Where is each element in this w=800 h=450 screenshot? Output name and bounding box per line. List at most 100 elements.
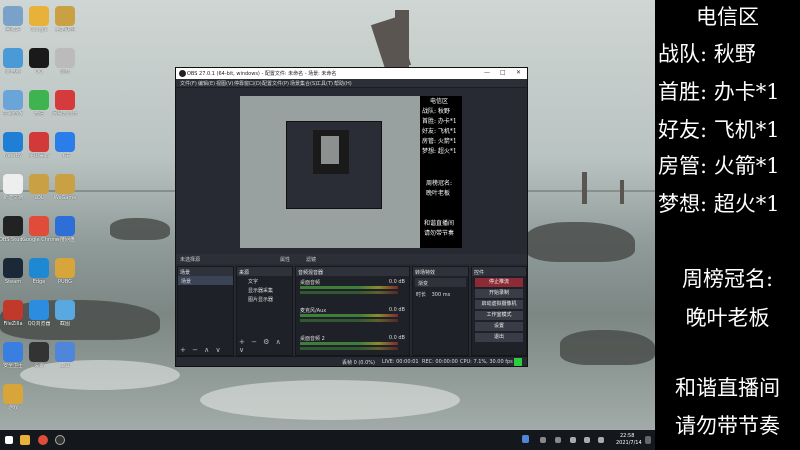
menu-tools[interactable]: 工具(T) bbox=[316, 80, 333, 87]
nested-preview-light bbox=[321, 136, 339, 164]
app-icon bbox=[3, 48, 23, 68]
app-icon bbox=[29, 132, 49, 152]
pv-line: 首胜: 办卡*1 bbox=[422, 118, 457, 125]
desktop-icon[interactable]: 网易云音乐 bbox=[48, 90, 82, 117]
info-line: 好友: 飞机*1 bbox=[658, 118, 780, 142]
chrome-icon[interactable] bbox=[38, 435, 48, 445]
desktop-icon-label: 百度网盘 bbox=[54, 237, 75, 243]
desktop-icon[interactable]: 游戏 bbox=[0, 384, 30, 411]
menu-view[interactable]: 视图(V) bbox=[216, 80, 233, 87]
desktop-icon-label: 英雄联盟 bbox=[54, 27, 75, 33]
desktop-icon[interactable]: WeGame bbox=[48, 174, 82, 201]
file-explorer-icon[interactable] bbox=[20, 435, 30, 445]
filters-button[interactable]: 滤镜 bbox=[306, 256, 316, 263]
desktop-icon[interactable]: 截图 bbox=[48, 300, 82, 327]
tray-icon[interactable] bbox=[540, 437, 546, 443]
shield-icon[interactable] bbox=[522, 435, 529, 443]
ime-icon[interactable] bbox=[598, 437, 604, 443]
menu-scene-collection[interactable]: 场景集合(S) bbox=[290, 80, 317, 87]
volume-slider[interactable] bbox=[300, 347, 398, 350]
sources-controls[interactable]: + − ⚙ ∧ ∨ bbox=[239, 338, 292, 354]
app-icon bbox=[3, 384, 23, 404]
minimize-button[interactable]: — bbox=[484, 69, 490, 76]
rock bbox=[525, 222, 635, 262]
desktop-icon[interactable]: 工具 bbox=[48, 342, 82, 369]
desktop-icon[interactable]: 英雄联盟 bbox=[48, 6, 82, 33]
source-item-image[interactable]: 图片显示器 bbox=[237, 294, 292, 303]
desktop-icon-label: PUBG bbox=[58, 279, 72, 285]
stop-streaming-button[interactable]: 停止推流 bbox=[475, 278, 523, 287]
settings-button[interactable]: 设置 bbox=[475, 322, 523, 331]
dropped-frames: 丢帧 0 (0.0%) bbox=[342, 360, 375, 366]
info-line: 战队: 秋野 bbox=[658, 42, 756, 66]
obs-preview[interactable]: 电信区 战队: 秋野 首胜: 办卡*1 好友: 飞机*1 房管: 火箭*1 梦想… bbox=[240, 96, 462, 248]
scene-item[interactable]: 场景 bbox=[178, 276, 233, 285]
desktop-icon[interactable]: PUBG bbox=[48, 258, 82, 285]
source-item-display[interactable]: 显示器采集 bbox=[237, 285, 292, 294]
app-icon bbox=[55, 174, 75, 194]
app-icon bbox=[3, 216, 23, 236]
maximize-button[interactable]: □ bbox=[500, 69, 506, 76]
menu-profile[interactable]: 配置文件(P) bbox=[262, 80, 289, 87]
obs-window[interactable]: OBS 27.0.1 (64-bit, windows) - 配置文件: 未命名… bbox=[175, 67, 528, 367]
start-button-icon[interactable] bbox=[5, 436, 13, 444]
source-item-text[interactable]: 文字 bbox=[237, 276, 292, 285]
live-timer: LIVE: 00:00:01 bbox=[382, 359, 419, 365]
tray-icon[interactable] bbox=[555, 437, 561, 443]
taskbar-date[interactable]: 2021/7/14 bbox=[616, 440, 642, 446]
menu-file[interactable]: 文件(F) bbox=[180, 80, 197, 87]
stream-health-indicator bbox=[514, 358, 522, 366]
app-icon bbox=[55, 342, 75, 362]
mixer-header: 音频混音器 bbox=[296, 267, 409, 276]
transitions-header: 转场特效 bbox=[413, 267, 468, 276]
volume-slider[interactable] bbox=[300, 291, 398, 294]
network-icon[interactable] bbox=[570, 437, 576, 443]
app-icon bbox=[29, 90, 49, 110]
notice-line: 和谐直播间 bbox=[675, 376, 780, 400]
wave bbox=[200, 380, 460, 420]
app-icon bbox=[29, 258, 49, 278]
pv-line: 房管: 火箭*1 bbox=[422, 138, 457, 145]
desktop-icon[interactable]: 百度网盘 bbox=[48, 216, 82, 243]
obs-titlebar[interactable]: OBS 27.0.1 (64-bit, windows) - 配置文件: 未命名… bbox=[176, 68, 527, 79]
app-icon bbox=[3, 6, 23, 26]
app-icon bbox=[29, 6, 49, 26]
region-title: 电信区 bbox=[696, 5, 759, 29]
volume-icon[interactable] bbox=[584, 437, 590, 443]
app-icon bbox=[55, 6, 75, 26]
rock bbox=[560, 330, 655, 365]
app-icon bbox=[29, 174, 49, 194]
exit-button[interactable]: 退出 bbox=[475, 333, 523, 342]
transition-select[interactable]: 渐变 bbox=[415, 278, 466, 287]
obs-menubar: 文件(F) 编辑(E) 视图(V) 停靠窗口(D) 配置文件(P) 场景集合(S… bbox=[176, 79, 527, 88]
close-button[interactable]: ✕ bbox=[516, 69, 521, 76]
notification-icon[interactable] bbox=[645, 436, 651, 444]
rec-timer: REC: 00:00:00 bbox=[422, 359, 458, 365]
no-source-label: 未选择源 bbox=[180, 257, 201, 263]
controls-header: 控件 bbox=[472, 267, 526, 276]
pv-line: 梦想: 超火*1 bbox=[422, 148, 457, 155]
taskbar: 22:58 2021/7/14 bbox=[0, 430, 655, 450]
duration-input[interactable]: 300 ms bbox=[432, 292, 451, 298]
desktop-icon[interactable]: 鼠标 bbox=[48, 48, 82, 75]
notice-line: 请勿带节奏 bbox=[675, 414, 780, 438]
virtual-camera-button[interactable]: 启动虚拟摄像机 bbox=[475, 300, 523, 309]
duration-label: 时长 bbox=[416, 292, 427, 298]
obs-taskbar-icon[interactable] bbox=[55, 435, 65, 445]
properties-button[interactable]: 属性 bbox=[280, 256, 290, 263]
info-line: 首胜: 办卡*1 bbox=[658, 80, 780, 104]
volume-slider[interactable] bbox=[300, 319, 398, 322]
desktop-icon-label: 飞书 bbox=[59, 153, 70, 159]
menu-docks[interactable]: 停靠窗口(D) bbox=[234, 80, 262, 87]
desktop-icon[interactable]: 飞书 bbox=[48, 132, 82, 159]
driftwood bbox=[395, 10, 409, 70]
taskbar-time[interactable]: 22:58 bbox=[620, 433, 634, 439]
studio-mode-button[interactable]: 工作室模式 bbox=[475, 311, 523, 320]
start-recording-button[interactable]: 开始录制 bbox=[475, 289, 523, 298]
menu-help[interactable]: 帮助(H) bbox=[334, 80, 352, 87]
menu-edit[interactable]: 编辑(E) bbox=[198, 80, 215, 87]
info-line: 房管: 火箭*1 bbox=[658, 154, 780, 178]
scenes-controls[interactable]: + − ∧ ∨ bbox=[180, 346, 223, 354]
volume-meter bbox=[300, 286, 398, 289]
app-icon bbox=[3, 90, 23, 110]
